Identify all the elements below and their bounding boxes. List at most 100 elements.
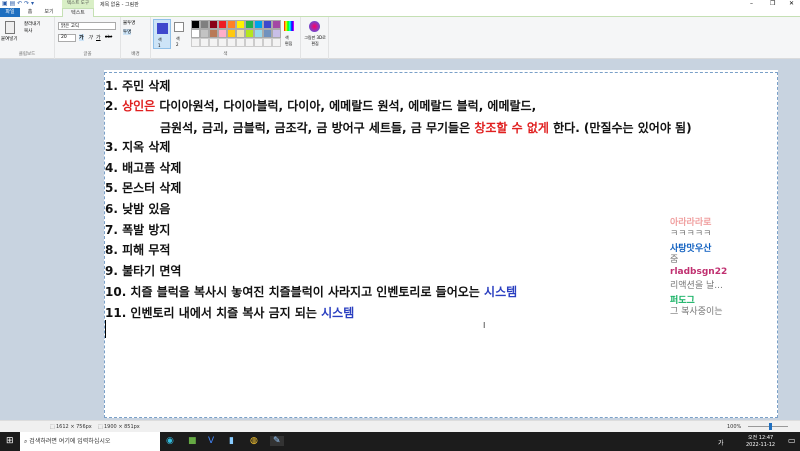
custom-color-slot[interactable] <box>200 38 209 47</box>
palette-swatch[interactable] <box>245 20 254 29</box>
bold-button[interactable]: 가 <box>79 34 84 41</box>
palette-swatch[interactable] <box>272 20 281 29</box>
font-group: 맑은 고딕 20 가 가 가 abc 글꼴 <box>55 17 121 59</box>
strikethrough-button[interactable]: abc <box>105 34 112 39</box>
edit-colors-button[interactable]: 색 편집 <box>285 35 292 47</box>
palette-swatch[interactable] <box>209 20 218 29</box>
search-box[interactable]: ⌕ 검색하려면 여기에 입력하십시오 <box>20 432 160 451</box>
palette-swatch[interactable] <box>236 29 245 38</box>
palette-swatch[interactable] <box>218 20 227 29</box>
font-size-select[interactable]: 20 <box>58 34 76 42</box>
text-line: 1. 주민 삭제 <box>105 77 170 94</box>
palette-swatch[interactable] <box>245 29 254 38</box>
edit-colors-icon[interactable] <box>284 21 294 31</box>
text-line: 3. 지옥 삭제 <box>105 138 170 155</box>
text-line: 4. 배고픔 삭제 <box>105 159 181 176</box>
text-line: 10. 치즐 블럭을 복사시 놓여진 치즐블럭이 사라지고 인벤토리로 들어오는… <box>105 283 517 300</box>
italic-button[interactable]: 가 <box>88 34 93 41</box>
text-line: 11. 인벤토리 내에서 치즐 복사 금지 되는 시스템 <box>105 304 354 321</box>
text-run: 1. 주민 삭제 <box>105 79 171 93</box>
minecraft-icon[interactable]: ■ <box>188 436 197 446</box>
quick-access-icons[interactable]: ▣ ▤ ↶ ↷ ▾ <box>2 0 34 7</box>
notification-icon[interactable]: ▭ <box>788 436 796 445</box>
text-run: 8. 피해 무적 <box>105 243 171 257</box>
tab-file[interactable]: 파일 <box>0 8 20 17</box>
text-line: 금원석, 금괴, 금블럭, 금조각, 금 방어구 세트들, 금 무기들은 창조할… <box>160 119 692 136</box>
zoom-slider-thumb[interactable] <box>769 423 772 430</box>
palette-swatch[interactable] <box>227 20 236 29</box>
palette-swatch[interactable] <box>218 29 227 38</box>
palette-swatch[interactable] <box>191 29 200 38</box>
underline-button[interactable]: 가 <box>96 34 101 41</box>
paste-button[interactable]: 붙여넣기 <box>1 36 18 42</box>
text-run: 11. 인벤토리 내에서 치즐 복사 금지 되는 <box>105 306 322 320</box>
palette-swatch[interactable] <box>263 29 272 38</box>
text-run: 6. 낮밤 있음 <box>105 202 171 216</box>
text-line: 2. 상인은 다이아원석, 다이아블럭, 다이아, 에메랄드 원석, 에메랄드 … <box>105 97 536 114</box>
restore-button[interactable]: ❐ <box>770 0 775 7</box>
palette-swatch[interactable] <box>272 29 281 38</box>
palette-swatch[interactable] <box>263 20 272 29</box>
chat-username: rladbsgn22 <box>670 267 728 277</box>
close-button[interactable]: ✕ <box>789 0 794 7</box>
app-icon[interactable]: ▮ <box>229 436 234 446</box>
paint-icon[interactable]: ✎ <box>270 436 284 446</box>
ime-indicator[interactable]: 가 <box>718 438 724 447</box>
palette-swatch[interactable] <box>200 20 209 29</box>
tab-view[interactable]: 보기 <box>38 8 60 17</box>
palette-swatch[interactable] <box>191 20 200 29</box>
palette-swatch[interactable] <box>236 20 245 29</box>
transparent-button[interactable]: 투명 <box>123 29 132 35</box>
paint3d-button[interactable]: 그림판 3D로 편집 <box>302 35 328 47</box>
custom-color-slot[interactable] <box>218 38 227 47</box>
color1-button[interactable]: 색 1 <box>153 19 171 49</box>
search-placeholder: 검색하려면 여기에 입력하십시오 <box>29 438 111 445</box>
copy-button[interactable]: 복사 <box>24 28 32 34</box>
chat-message: 리액션을 날... <box>670 281 723 291</box>
text-line: 6. 낮밤 있음 <box>105 200 170 217</box>
custom-color-slot[interactable] <box>245 38 254 47</box>
palette-swatch[interactable] <box>227 29 236 38</box>
palette-swatch[interactable] <box>254 29 263 38</box>
tab-home[interactable]: 홈 <box>22 8 38 17</box>
background-label: 배경 <box>131 52 140 57</box>
colors-group: 색 1 색 2 색 편집 색 <box>151 17 301 59</box>
clock-date[interactable]: 2022-11-12 <box>746 442 775 448</box>
tab-text[interactable]: 텍스트 <box>62 8 94 17</box>
window-title: 제목 없음 - 그림판 <box>100 2 139 8</box>
palette-swatch[interactable] <box>209 29 218 38</box>
title-bar: ▣ ▤ ↶ ↷ ▾ 텍스트 도구 제목 없음 - 그림판 – ❐ ✕ <box>0 0 800 8</box>
custom-color-slot[interactable] <box>191 38 200 47</box>
text-run: 10. 치즐 블럭을 복사시 놓여진 치즐블럭이 사라지고 인벤토리로 들어오는 <box>105 285 485 299</box>
custom-color-slot[interactable] <box>254 38 263 47</box>
custom-color-slot[interactable] <box>263 38 272 47</box>
context-tab-label: 텍스트 도구 <box>62 0 94 8</box>
custom-color-slot[interactable] <box>227 38 236 47</box>
text-line: 7. 폭발 방지 <box>105 221 170 238</box>
clock-time[interactable]: 오전 12:47 <box>748 434 773 441</box>
custom-color-slot[interactable] <box>236 38 245 47</box>
text-run: 상인은 <box>122 99 156 113</box>
vscode-icon[interactable]: V <box>208 436 214 446</box>
paste-icon <box>5 21 15 34</box>
search-icon: ⌕ <box>24 438 28 445</box>
chat-message: 그 복사중이는 <box>670 307 723 317</box>
clipboard-group: 붙여넣기 잘라내기 복사 클립보드 <box>0 17 55 59</box>
custom-color-slot[interactable] <box>272 38 281 47</box>
font-family-select[interactable]: 맑은 고딕 <box>58 22 116 30</box>
opaque-button[interactable]: 불투명 <box>123 20 135 26</box>
minimize-button[interactable]: – <box>750 0 753 7</box>
color2-button[interactable] <box>174 22 184 32</box>
zoom-slider[interactable] <box>748 426 788 427</box>
chrome-icon[interactable]: ◍ <box>250 436 258 446</box>
cut-button[interactable]: 잘라내기 <box>24 21 41 27</box>
paint3d-group: 그림판 3D로 편집 <box>301 17 329 59</box>
clipboard-label: 클립보드 <box>18 52 36 57</box>
palette-swatch[interactable] <box>200 29 209 38</box>
custom-color-slot[interactable] <box>209 38 218 47</box>
text-run: 시스템 <box>321 306 355 320</box>
text-run: 5. 몬스터 삭제 <box>105 181 182 195</box>
palette-swatch[interactable] <box>254 20 263 29</box>
edge-icon[interactable]: ◉ <box>166 436 174 446</box>
windows-start-icon[interactable]: ⊞ <box>6 436 14 446</box>
